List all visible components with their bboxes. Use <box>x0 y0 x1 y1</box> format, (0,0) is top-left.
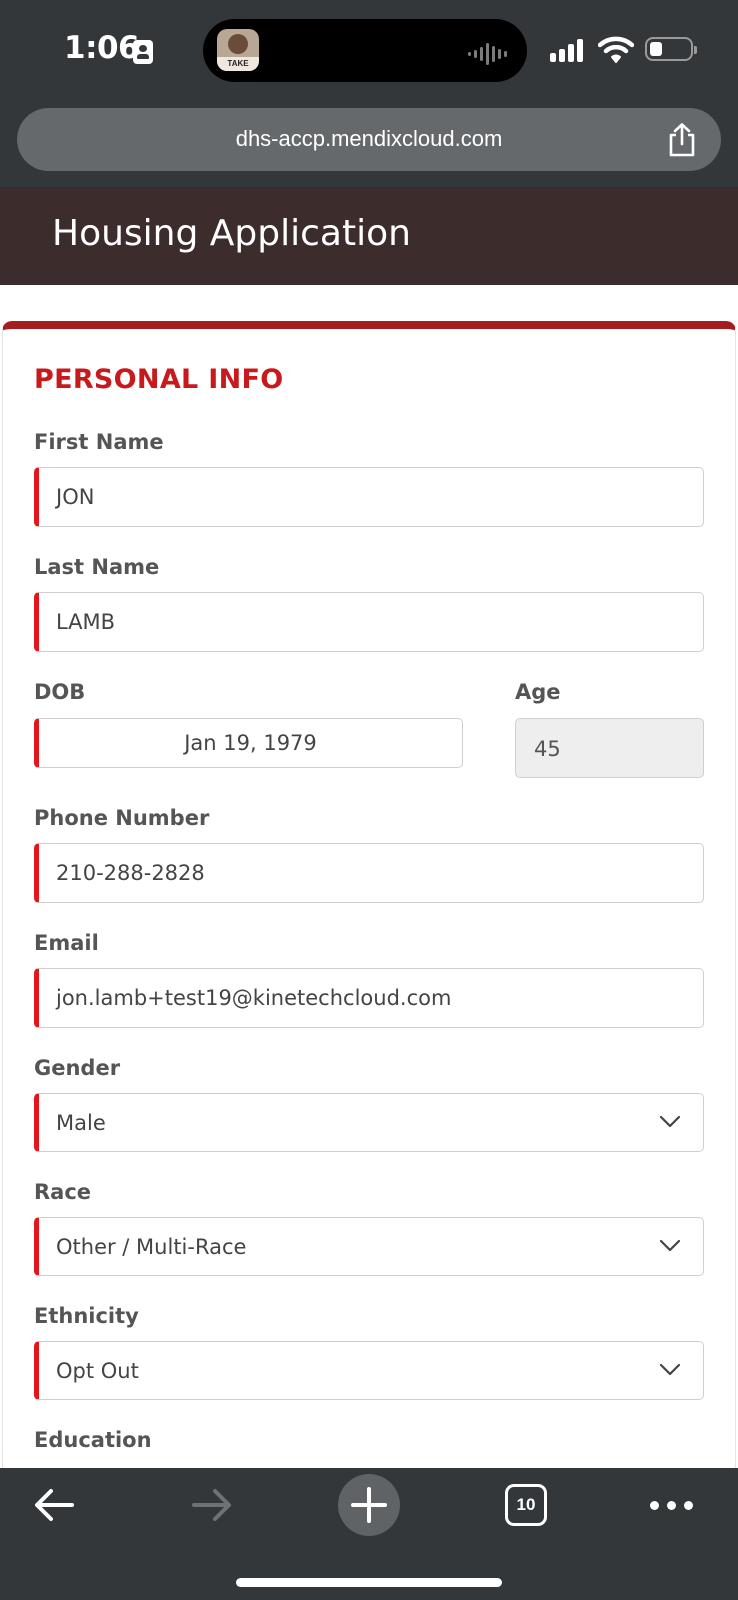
first-name-input[interactable]: JON <box>34 467 704 527</box>
gender-value: Male <box>56 1111 106 1135</box>
race-label: Race <box>34 1180 92 1204</box>
back-arrow-icon[interactable] <box>32 1486 76 1524</box>
phone-label: Phone Number <box>34 806 210 830</box>
artwork-caption: TAKE <box>217 57 259 71</box>
section-title: PERSONAL INFO <box>34 364 284 395</box>
address-bar[interactable]: dhs-accp.mendixcloud.com <box>17 108 721 171</box>
ethnicity-value: Opt Out <box>56 1359 139 1383</box>
dob-label: DOB <box>34 680 86 704</box>
last-name-value: LAMB <box>56 610 116 634</box>
contact-card-icon <box>133 40 153 64</box>
last-name-label: Last Name <box>34 555 160 579</box>
dob-value: Jan 19, 1979 <box>184 731 317 755</box>
forward-arrow-icon[interactable] <box>190 1486 234 1524</box>
browser-address-area: dhs-accp.mendixcloud.com <box>0 105 738 187</box>
plus-icon <box>351 1487 387 1523</box>
email-value: jon.lamb+test19@kinetechcloud.com <box>56 986 452 1010</box>
app-header: Housing Application <box>0 187 738 285</box>
chevron-down-icon <box>659 1115 681 1128</box>
battery-icon <box>645 37 697 61</box>
education-label: Education <box>34 1428 152 1452</box>
now-playing-artwork: TAKE <box>217 29 259 71</box>
status-time: 1:06 <box>64 30 140 66</box>
race-value: Other / Multi-Race <box>56 1235 247 1259</box>
page-title: Housing Application <box>52 213 411 254</box>
gender-select[interactable]: Male <box>34 1093 704 1152</box>
url-text[interactable]: dhs-accp.mendixcloud.com <box>17 126 721 152</box>
race-select[interactable]: Other / Multi-Race <box>34 1217 704 1276</box>
tab-switcher-button[interactable]: 10 <box>505 1484 547 1526</box>
first-name-value: JON <box>56 485 95 509</box>
chevron-down-icon <box>659 1363 681 1376</box>
phone-input[interactable]: 210-288-2828 <box>34 843 704 903</box>
wifi-icon <box>598 36 634 63</box>
home-indicator[interactable] <box>236 1578 502 1587</box>
email-label: Email <box>34 931 99 955</box>
age-field-readonly: 45 <box>515 718 704 778</box>
phone-value: 210-288-2828 <box>56 861 205 885</box>
share-icon[interactable] <box>665 122 699 158</box>
dynamic-island[interactable]: TAKE <box>203 19 527 82</box>
last-name-input[interactable]: LAMB <box>34 592 704 652</box>
dob-date-picker[interactable]: Jan 19, 1979 <box>34 718 463 768</box>
email-input[interactable]: jon.lamb+test19@kinetechcloud.com <box>34 968 704 1028</box>
audio-waveform-icon <box>468 43 507 65</box>
age-label: Age <box>515 680 561 704</box>
ethnicity-select[interactable]: Opt Out <box>34 1341 704 1400</box>
gender-label: Gender <box>34 1056 121 1080</box>
cellular-signal-icon <box>550 38 583 62</box>
ethnicity-label: Ethnicity <box>34 1304 139 1328</box>
age-value: 45 <box>534 737 561 761</box>
more-options-icon[interactable] <box>650 1501 693 1510</box>
chevron-down-icon <box>659 1239 681 1252</box>
new-tab-button[interactable] <box>338 1474 400 1536</box>
status-bar: 1:06 TAKE <box>0 0 738 105</box>
first-name-label: First Name <box>34 430 164 454</box>
